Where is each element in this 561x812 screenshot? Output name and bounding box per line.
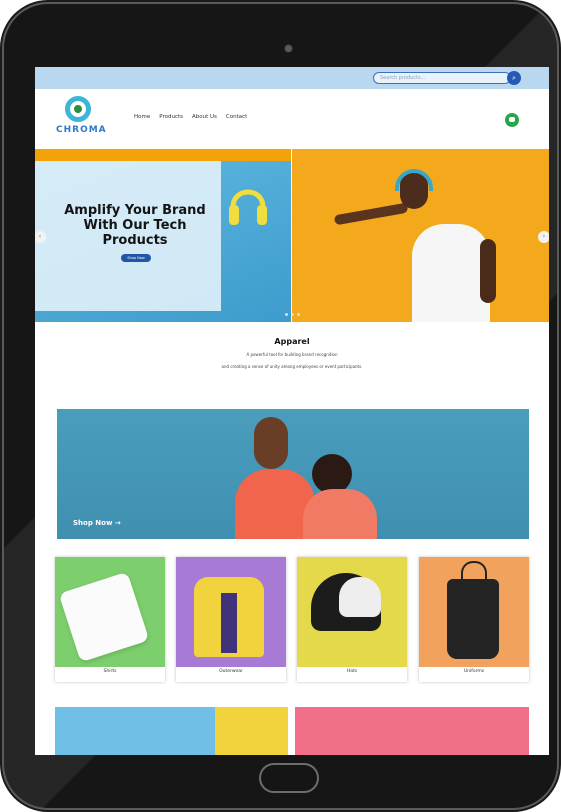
category-image-uniforms: [419, 557, 529, 667]
hat-front-panel: [339, 577, 381, 617]
banner-person-head-2: [312, 454, 352, 494]
slider-dot[interactable]: [291, 313, 294, 316]
banner-person-shirt-2: [303, 489, 377, 539]
category-card-uniforms[interactable]: Uniforms: [419, 557, 529, 682]
category-image-hats: [297, 557, 407, 667]
person-shirt: [412, 224, 490, 322]
banner-shop-now-link[interactable]: Shop Now →: [73, 519, 121, 527]
hero-shop-now-button[interactable]: Shop Now: [121, 254, 151, 262]
category-image-outerwear: [176, 557, 286, 667]
slider-dots: [285, 313, 300, 316]
tablet-device-frame: Search products... ⌕ CHROMA Home Product…: [4, 4, 557, 808]
category-label: Hats: [346, 669, 358, 674]
person-right-arm: [480, 239, 496, 303]
category-card-bags[interactable]: [295, 707, 529, 755]
hoodie-icon: [194, 577, 264, 657]
more-categories-row: [55, 707, 529, 755]
headphones-icon: [229, 189, 267, 225]
search-button[interactable]: ⌕: [507, 71, 521, 85]
slider-dot[interactable]: [285, 313, 288, 316]
site-header: CHROMA Home Products About Us Contact: [35, 89, 549, 149]
front-camera-icon: [285, 45, 292, 52]
person-headphones-icon: [395, 169, 433, 191]
chevron-right-icon[interactable]: ›: [538, 231, 549, 243]
search-input[interactable]: Search products...: [373, 72, 511, 84]
site-name[interactable]: CHROMA: [56, 125, 107, 135]
category-grid: Shirts Outerwear Hats Uniforms: [55, 557, 529, 682]
main-navigation: Home Products About Us Contact: [134, 114, 247, 120]
hero-slider: Amplify Your Brand With Our Tech Product…: [35, 149, 549, 322]
hero-title: Amplify Your Brand With Our Tech Product…: [64, 203, 206, 248]
slider-dot[interactable]: [297, 313, 300, 316]
chroma-logo-icon[interactable]: [65, 96, 91, 122]
apparel-description-line-2: and creating a sense of unity among empl…: [221, 364, 363, 369]
nav-home[interactable]: Home: [134, 114, 150, 120]
nav-products[interactable]: Products: [159, 114, 183, 120]
category-label: Shirts: [103, 669, 117, 674]
category-card-outerwear[interactable]: Outerwear: [176, 557, 286, 682]
apparel-section: Apparel A powerful tool for building bra…: [35, 337, 549, 370]
chat-icon[interactable]: [505, 113, 519, 127]
hero-accent-bar: [35, 149, 291, 161]
website-screen: Search products... ⌕ CHROMA Home Product…: [35, 67, 549, 755]
category-card-shirts[interactable]: Shirts: [55, 557, 165, 682]
apron-icon: [447, 561, 499, 659]
banner-person-head: [254, 417, 288, 469]
home-button[interactable]: [259, 763, 319, 793]
category-card-hats[interactable]: Hats: [297, 557, 407, 682]
category-label: Uniforms: [463, 669, 485, 674]
apparel-title: Apparel: [274, 337, 310, 346]
nav-contact[interactable]: Contact: [226, 114, 247, 120]
hero-right-image: [292, 149, 549, 322]
shirt-icon: [58, 571, 150, 663]
category-image-shirts: [55, 557, 165, 667]
top-utility-bar: Search products... ⌕: [35, 67, 549, 89]
apparel-description-line-1: A powerful tool for building brand recog…: [246, 352, 338, 357]
nav-about-us[interactable]: About Us: [192, 114, 217, 120]
category-card-tech[interactable]: [55, 707, 288, 755]
category-label: Outerwear: [219, 669, 243, 674]
person-arm: [333, 202, 409, 226]
apparel-banner[interactable]: Shop Now →: [57, 409, 529, 539]
